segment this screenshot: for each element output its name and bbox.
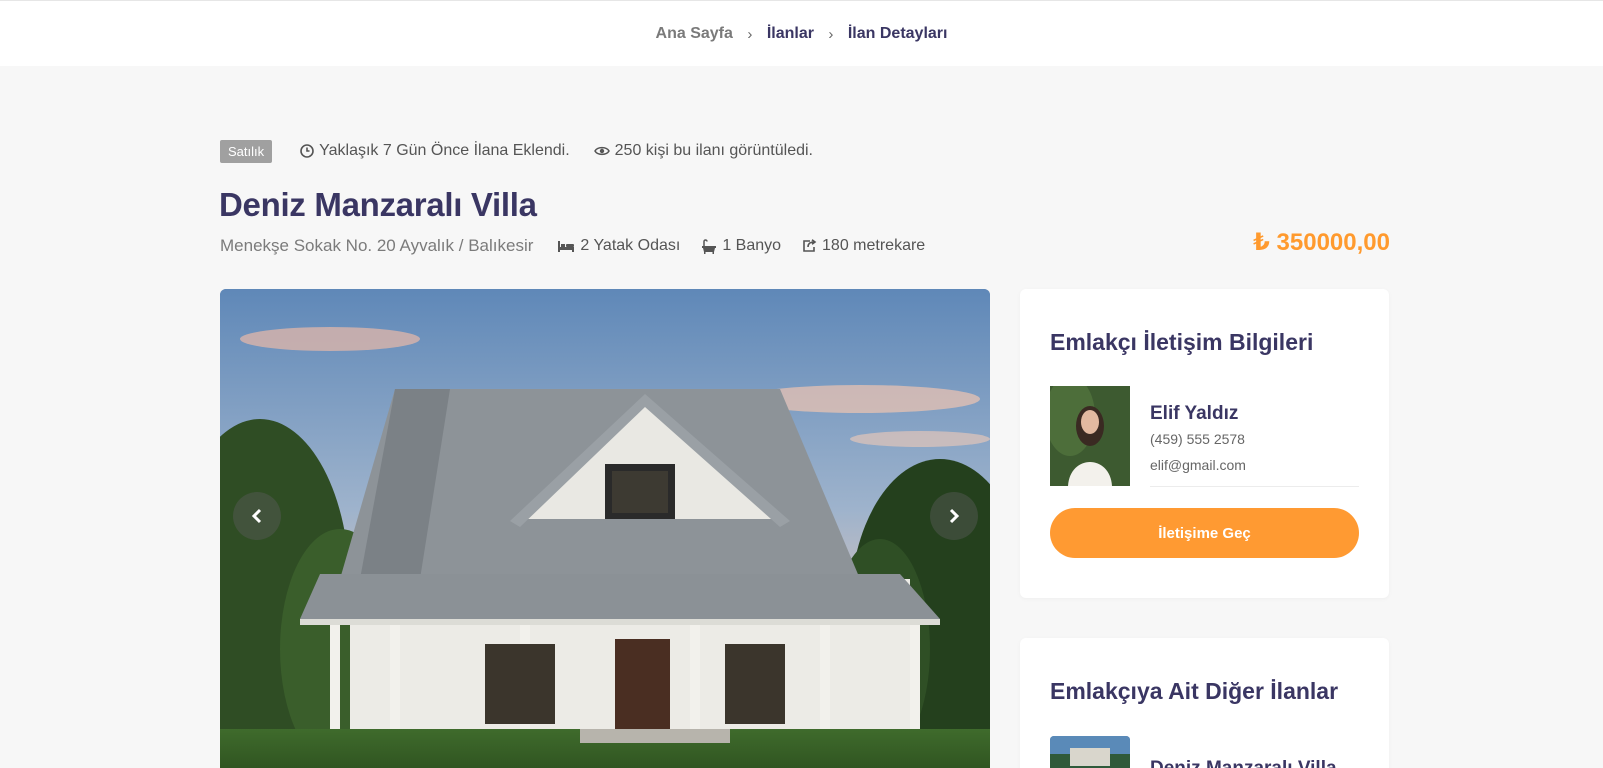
gallery-prev-button[interactable] — [233, 492, 281, 540]
chevron-right-icon — [949, 508, 960, 524]
added-date-text: Yaklaşık 7 Gün Önce İlana Eklendi. — [319, 142, 570, 159]
listing-meta-row: Satılık Yaklaşık 7 Gün Önce İlana Eklend… — [220, 138, 837, 164]
other-listings-title: Emlakçıya Ait Diğer İlanlar — [1050, 678, 1339, 704]
bathroom-count: 1 Banyo — [701, 237, 781, 255]
breadcrumb: Ana Sayfa › İlanlar › İlan Detayları — [0, 25, 1603, 43]
divider — [1150, 486, 1359, 487]
breadcrumb-bar: Ana Sayfa › İlanlar › İlan Detayları — [0, 0, 1603, 66]
contact-button[interactable]: İletişime Geç — [1050, 508, 1359, 558]
breadcrumb-current: İlan Detayları — [847, 25, 948, 42]
bathroom-text: 1 Banyo — [722, 237, 782, 254]
bed-icon — [558, 240, 575, 252]
listing-address: Menekşe Sokak No. 20 Ayvalık / Balıkesir — [220, 236, 534, 255]
bathtub-icon — [702, 238, 717, 254]
agent-phone[interactable]: (459) 555 2578 — [1150, 431, 1245, 447]
clock-icon — [300, 144, 314, 158]
other-listing-name[interactable]: Deniz Manzaralı Villa — [1150, 758, 1337, 768]
breadcrumb-listings-link[interactable]: İlanlar — [767, 25, 814, 43]
area-size: 180 metrekare — [802, 237, 925, 255]
agent-contact-card: Emlakçı İletişim Bilgileri Elif Yaldız (… — [1020, 289, 1389, 598]
breadcrumb-separator: › — [747, 25, 753, 43]
agent-name: Elif Yaldız — [1150, 403, 1239, 424]
view-count: 250 kişi bu ilanı görüntüledi. — [593, 142, 813, 160]
area-text: 180 metrekare — [822, 237, 926, 254]
listing-price: ₺ 350000,00 — [1253, 229, 1390, 256]
house-photo — [220, 289, 990, 768]
gallery-next-button[interactable] — [930, 492, 978, 540]
share-square-icon — [803, 239, 817, 252]
bedroom-text: 2 Yatak Odası — [580, 237, 681, 254]
bedroom-count: 2 Yatak Odası — [557, 237, 680, 255]
other-listings-card: Emlakçıya Ait Diğer İlanlar Deniz Manzar… — [1020, 638, 1389, 768]
listing-thumbnail[interactable] — [1050, 736, 1130, 768]
breadcrumb-home-link[interactable]: Ana Sayfa — [656, 25, 733, 43]
listing-title: Deniz Manzaralı Villa — [219, 186, 537, 223]
view-count-text: 250 kişi bu ilanı görüntüledi. — [614, 142, 813, 159]
status-badge: Satılık — [220, 139, 273, 163]
agent-avatar — [1050, 386, 1130, 486]
breadcrumb-separator: › — [828, 25, 834, 43]
eye-icon — [593, 146, 610, 156]
agent-card-title: Emlakçı İletişim Bilgileri — [1050, 329, 1314, 355]
listing-details-row: Menekşe Sokak No. 20 Ayvalık / Balıkesir… — [220, 234, 946, 258]
image-gallery[interactable] — [220, 289, 990, 768]
agent-email[interactable]: elif@gmail.com — [1150, 457, 1246, 473]
chevron-left-icon — [251, 508, 262, 524]
added-date: Yaklaşık 7 Gün Önce İlana Eklendi. — [300, 142, 570, 160]
